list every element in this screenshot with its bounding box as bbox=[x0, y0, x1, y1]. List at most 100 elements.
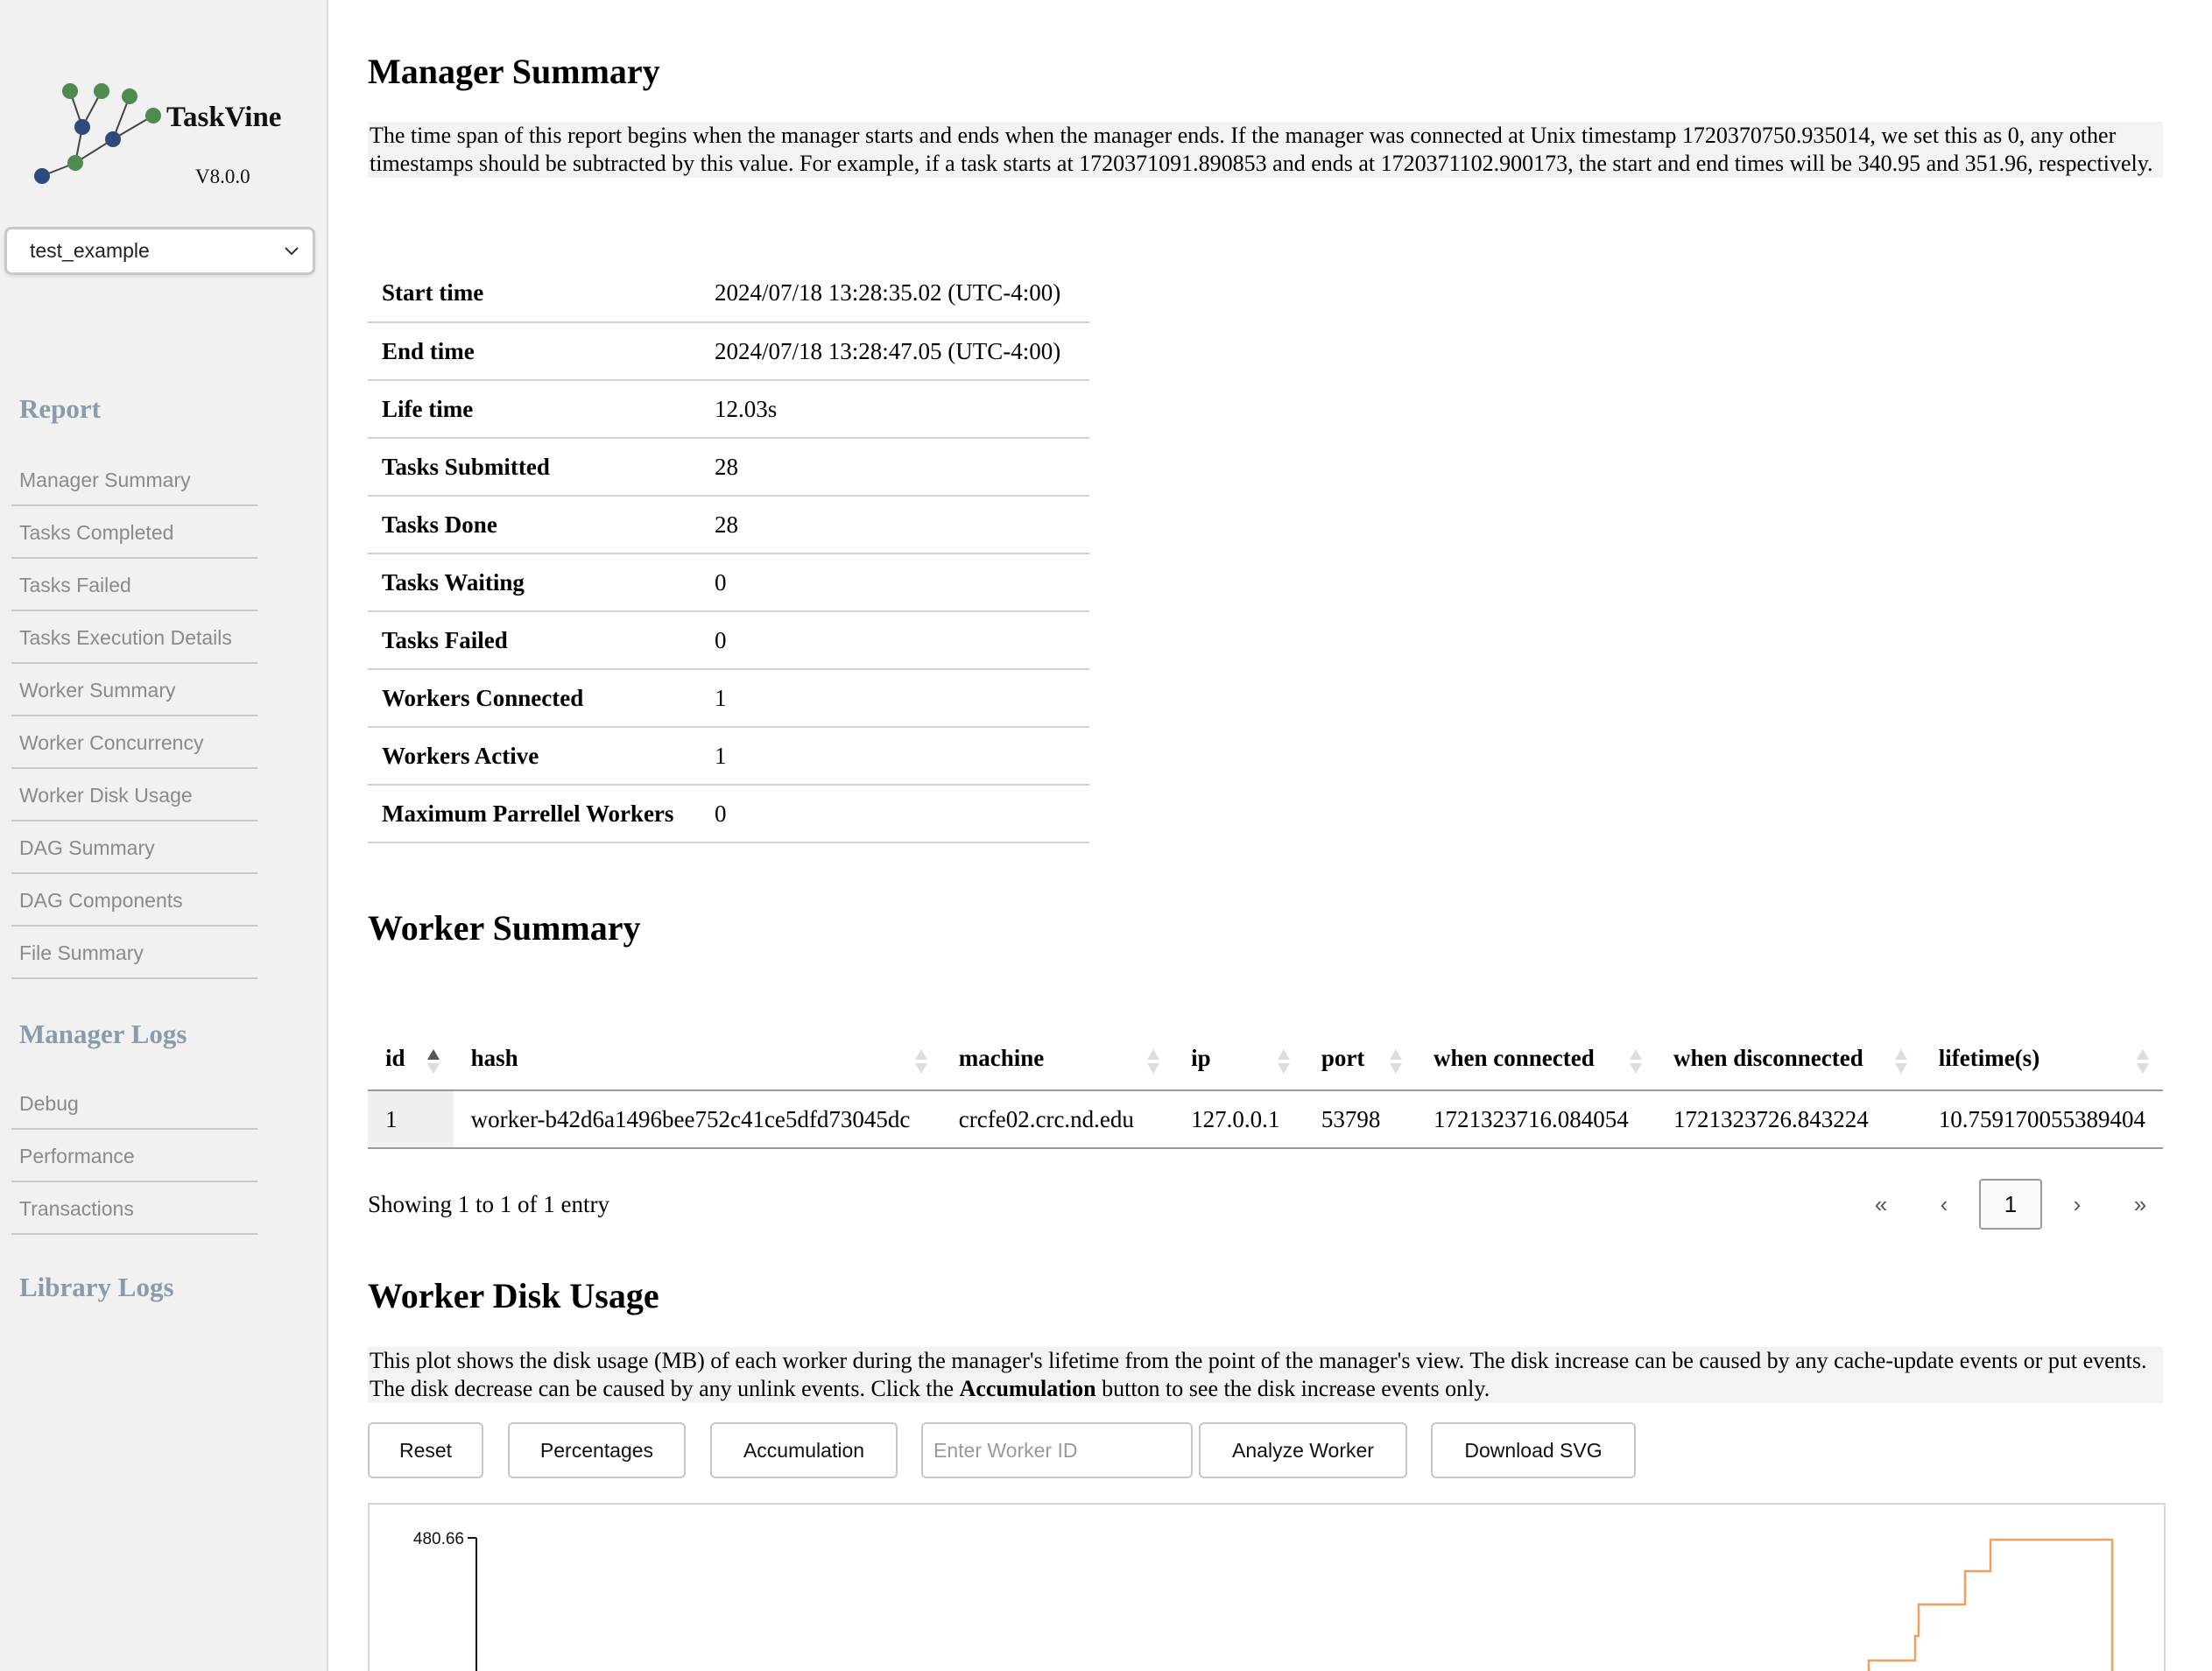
column-header-when-connected[interactable]: when connected bbox=[1416, 1026, 1656, 1091]
manager-summary-description: The time span of this report begins when… bbox=[368, 122, 2163, 178]
column-header-hash[interactable]: hash bbox=[453, 1026, 941, 1091]
pagination-next-button[interactable]: › bbox=[2046, 1179, 2109, 1230]
column-header-machine[interactable]: machine bbox=[940, 1026, 1174, 1091]
nav-item-tasks-failed[interactable]: Tasks Failed bbox=[11, 561, 257, 611]
cell-hash: worker-b42d6a1496bee752c41ce5dfd73045dc bbox=[453, 1090, 941, 1149]
column-header-label: when disconnected bbox=[1673, 1044, 1863, 1071]
taskvine-logo-icon bbox=[34, 83, 161, 184]
nav-list-manager-logs: Debug Performance Transactions bbox=[11, 1079, 257, 1237]
nav-item-tasks-completed[interactable]: Tasks Completed bbox=[11, 508, 257, 559]
sort-icon bbox=[1147, 1049, 1160, 1074]
download-svg-button[interactable]: Download SVG bbox=[1431, 1422, 1636, 1478]
column-header-label: id bbox=[385, 1044, 405, 1071]
log-selector-dropdown[interactable]: test_example bbox=[4, 227, 315, 275]
column-header-label: machine bbox=[958, 1044, 1045, 1071]
summary-key: Tasks Submitted bbox=[368, 438, 701, 497]
worker-summary-title: Worker Summary bbox=[368, 908, 641, 948]
summary-row: Start time 2024/07/18 13:28:35.02 (UTC-4:… bbox=[368, 264, 1089, 323]
summary-key: Life time bbox=[368, 380, 701, 439]
nav-item-worker-disk-usage[interactable]: Worker Disk Usage bbox=[11, 771, 257, 821]
nav-heading-library-logs[interactable]: Library Logs bbox=[19, 1272, 174, 1303]
summary-key: Workers Active bbox=[368, 727, 701, 786]
worker-disk-usage-description: This plot shows the disk usage (MB) of e… bbox=[368, 1347, 2163, 1403]
cell-lifetime: 10.759170055389404 bbox=[1920, 1090, 2163, 1149]
sort-icon bbox=[1390, 1049, 1403, 1074]
worker-summary-table: id hash machine ip port when connected w… bbox=[368, 1026, 2163, 1149]
nav-heading-manager-logs: Manager Logs bbox=[19, 1019, 187, 1049]
cell-id: 1 bbox=[368, 1090, 454, 1149]
column-header-port[interactable]: port bbox=[1303, 1026, 1417, 1091]
summary-row: Tasks Failed 0 bbox=[368, 611, 1089, 670]
column-header-lifetime[interactable]: lifetime(s) bbox=[1920, 1026, 2163, 1091]
summary-row: End time 2024/07/18 13:28:47.05 (UTC-4:00… bbox=[368, 322, 1089, 381]
manager-summary-table: Start time 2024/07/18 13:28:35.02 (UTC-4:… bbox=[368, 264, 1089, 843]
sort-icon bbox=[1277, 1049, 1290, 1074]
worker-id-input[interactable] bbox=[921, 1422, 1193, 1478]
summary-value: 12.03s bbox=[701, 380, 1089, 439]
table-row: 1 worker-b42d6a1496bee752c41ce5dfd73045d… bbox=[368, 1090, 2163, 1149]
nav-item-dag-components[interactable]: DAG Components bbox=[11, 876, 257, 927]
nav-item-manager-summary[interactable]: Manager Summary bbox=[11, 455, 257, 506]
sort-icon bbox=[914, 1049, 927, 1074]
description-bold-text: Accumulation bbox=[959, 1376, 1096, 1401]
summary-key: End time bbox=[368, 322, 701, 381]
nav-item-worker-concurrency[interactable]: Worker Concurrency bbox=[11, 718, 257, 769]
column-header-id[interactable]: id bbox=[368, 1026, 454, 1091]
summary-value: 0 bbox=[701, 553, 1089, 612]
column-header-label: lifetime(s) bbox=[1938, 1044, 2040, 1071]
column-header-label: when connected bbox=[1434, 1044, 1595, 1071]
nav-item-transactions[interactable]: Transactions bbox=[11, 1184, 257, 1235]
column-header-when-disconnected[interactable]: when disconnected bbox=[1655, 1026, 1921, 1091]
accumulation-button[interactable]: Accumulation bbox=[710, 1422, 898, 1478]
disk-usage-plot: 480.66 bbox=[368, 1503, 2166, 1671]
summary-key: Tasks Failed bbox=[368, 611, 701, 670]
sidebar: TaskVine V8.0.0 test_example Report Mana… bbox=[0, 0, 328, 1671]
pagination: « ‹ 1 › » bbox=[1849, 1179, 2172, 1230]
worker-disk-usage-title: Worker Disk Usage bbox=[368, 1276, 659, 1315]
summary-value: 1 bbox=[701, 727, 1089, 786]
cell-when-disconnected: 1721323726.843224 bbox=[1655, 1090, 1921, 1149]
table-header-row: id hash machine ip port when connected w… bbox=[368, 1026, 2163, 1091]
summary-key: Workers Connected bbox=[368, 669, 701, 728]
sort-ascending-icon bbox=[426, 1049, 440, 1074]
nav-item-dag-summary[interactable]: DAG Summary bbox=[11, 823, 257, 874]
cell-ip: 127.0.0.1 bbox=[1173, 1090, 1304, 1149]
sort-icon bbox=[2137, 1049, 2149, 1074]
summary-key: Start time bbox=[368, 264, 701, 323]
summary-row: Tasks Done 28 bbox=[368, 496, 1089, 554]
disk-usage-series-line bbox=[1867, 1538, 2114, 1671]
reset-button[interactable]: Reset bbox=[368, 1422, 483, 1478]
cell-port: 53798 bbox=[1303, 1090, 1417, 1149]
summary-value: 1 bbox=[701, 669, 1089, 728]
analyze-worker-button[interactable]: Analyze Worker bbox=[1199, 1422, 1407, 1478]
pagination-first-button[interactable]: « bbox=[1849, 1179, 1913, 1230]
cell-when-connected: 1721323716.084054 bbox=[1416, 1090, 1656, 1149]
summary-value: 0 bbox=[701, 611, 1089, 670]
nav-item-tasks-execution-details[interactable]: Tasks Execution Details bbox=[11, 613, 257, 664]
sort-icon bbox=[1629, 1049, 1642, 1074]
table-info-text: Showing 1 to 1 of 1 entry bbox=[368, 1191, 609, 1217]
nav-item-performance[interactable]: Performance bbox=[11, 1132, 257, 1182]
chevron-down-icon bbox=[285, 247, 299, 256]
nav-item-file-summary[interactable]: File Summary bbox=[11, 928, 257, 979]
summary-key: Tasks Done bbox=[368, 496, 701, 554]
pagination-last-button[interactable]: » bbox=[2109, 1179, 2172, 1230]
summary-value: 2024/07/18 13:28:35.02 (UTC-4:00) bbox=[701, 264, 1089, 323]
percentages-button[interactable]: Percentages bbox=[508, 1422, 686, 1478]
pagination-prev-button[interactable]: ‹ bbox=[1913, 1179, 1976, 1230]
column-header-label: ip bbox=[1191, 1044, 1211, 1071]
cell-machine: crcfe02.crc.nd.edu bbox=[940, 1090, 1174, 1149]
y-axis-max-label: 480.66 bbox=[413, 1530, 464, 1548]
summary-value: 0 bbox=[701, 785, 1089, 843]
column-header-label: port bbox=[1321, 1044, 1365, 1071]
pagination-page-button[interactable]: 1 bbox=[1979, 1179, 2042, 1230]
description-text: button to see the disk increase events o… bbox=[1095, 1376, 1490, 1401]
sort-icon bbox=[1894, 1049, 1907, 1074]
nav-list-report: Manager Summary Tasks Completed Tasks Fa… bbox=[11, 455, 257, 981]
nav-item-worker-summary[interactable]: Worker Summary bbox=[11, 666, 257, 716]
app-name: TaskVine bbox=[166, 102, 282, 133]
nav-item-debug[interactable]: Debug bbox=[11, 1079, 257, 1130]
column-header-ip[interactable]: ip bbox=[1173, 1026, 1304, 1091]
nav-heading-report: Report bbox=[19, 393, 101, 424]
summary-row: Life time 12.03s bbox=[368, 380, 1089, 439]
